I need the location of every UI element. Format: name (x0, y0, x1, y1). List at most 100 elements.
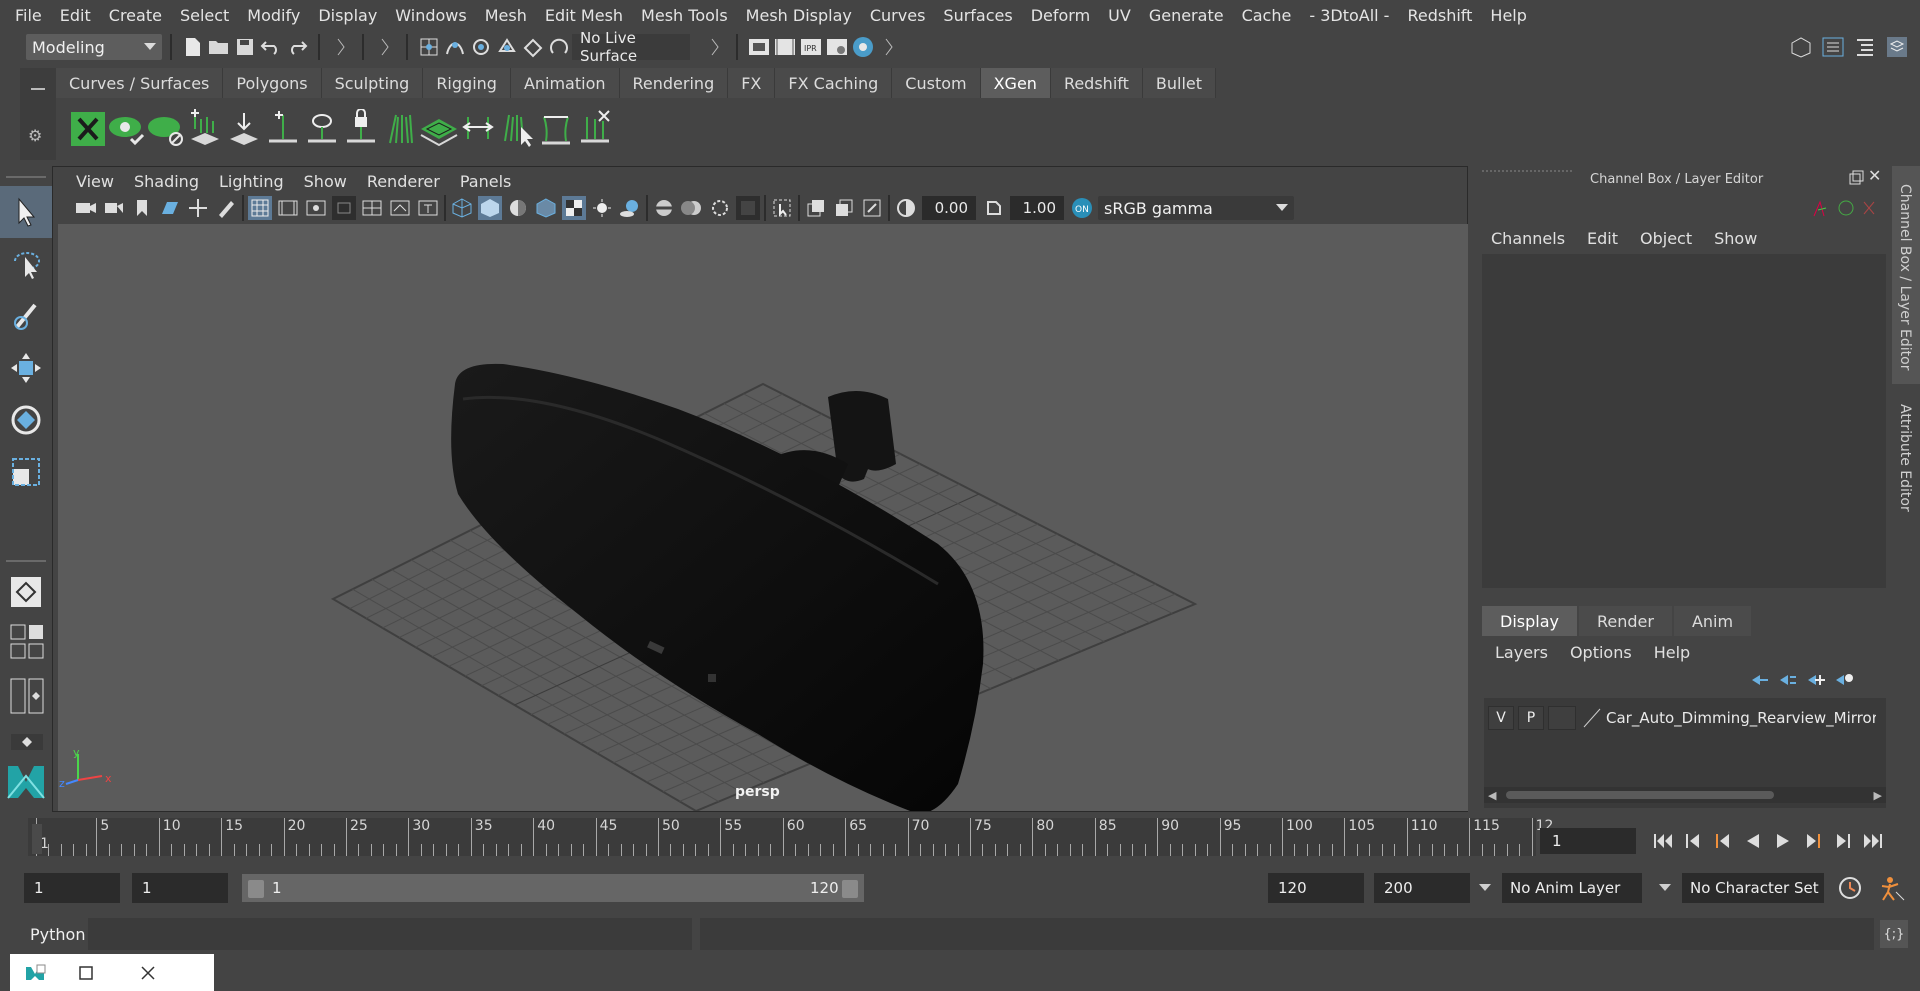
vp-menu-show[interactable]: Show (294, 172, 357, 191)
tab-polygons[interactable]: Polygons (223, 68, 322, 98)
menu-mesh[interactable]: Mesh (476, 6, 536, 25)
resolution-gate-icon[interactable] (304, 196, 328, 220)
shadows-icon[interactable] (618, 196, 642, 220)
cb-menu-channels[interactable]: Channels (1480, 229, 1576, 248)
collapse-arrow-icon[interactable] (372, 34, 398, 60)
range-slider[interactable]: 1 120 (242, 874, 864, 902)
menu-create[interactable]: Create (100, 6, 171, 25)
attribute-editor-toggle-icon[interactable] (1852, 34, 1878, 60)
maya-window-icon[interactable] (24, 961, 48, 985)
add-guides-icon[interactable] (185, 104, 224, 154)
playback-end-field[interactable]: 120 (1268, 873, 1364, 903)
smooth-shade-icon[interactable] (478, 196, 502, 220)
menu-edit-mesh[interactable]: Edit Mesh (536, 6, 632, 25)
motion-blur-icon[interactable] (680, 196, 704, 220)
gate-mask-icon[interactable] (332, 196, 356, 220)
chevron-down-icon[interactable] (1479, 884, 1491, 891)
xray-active-components-icon[interactable] (860, 196, 884, 220)
menu-curves[interactable]: Curves (861, 6, 935, 25)
exposure-field[interactable]: 0.00 (922, 196, 976, 220)
close-icon[interactable]: ✕ (1868, 168, 1884, 184)
groom-brush-icon[interactable] (380, 104, 419, 154)
range-start-handle[interactable] (248, 880, 264, 898)
command-language-label[interactable]: Python (30, 925, 85, 944)
add-guide-icon[interactable] (263, 104, 302, 154)
safe-title-icon[interactable] (416, 196, 440, 220)
current-frame-field[interactable]: 1 (1540, 828, 1636, 854)
outliner-layout-icon[interactable] (10, 678, 44, 714)
single-perspective-layout-icon[interactable] (0, 566, 52, 618)
menu-generate[interactable]: Generate (1140, 6, 1233, 25)
isolate-select-icon[interactable] (770, 196, 794, 220)
tab-display[interactable]: Display (1482, 606, 1577, 636)
xgen-clear-preview-icon[interactable] (146, 104, 185, 154)
display-layer-row[interactable]: V P Car_Auto_Dimming_Rearview_Mirror_ (1488, 704, 1882, 732)
tab-fx[interactable]: FX (728, 68, 776, 98)
anim-layer-dropdown[interactable]: No Anim Layer (1502, 873, 1642, 903)
move-tool[interactable] (0, 342, 52, 394)
tab-sculpting[interactable]: Sculpting (321, 68, 424, 98)
grease-pencil-icon[interactable] (214, 196, 238, 220)
render-view-icon[interactable] (746, 34, 772, 60)
camera-select-icon[interactable] (74, 196, 98, 220)
step-forward-frame-icon[interactable] (1828, 828, 1858, 854)
tab-anim[interactable]: Anim (1673, 606, 1752, 636)
menu-display[interactable]: Display (309, 6, 386, 25)
maximize-icon[interactable] (74, 961, 98, 985)
textured-icon[interactable] (562, 196, 586, 220)
hypershade-icon[interactable] (850, 34, 876, 60)
attribute-editor-side-tab[interactable]: Attribute Editor (1892, 390, 1920, 540)
animation-end-field[interactable]: 200 (1374, 873, 1470, 903)
menu-windows[interactable]: Windows (386, 6, 475, 25)
snap-view-plane-icon[interactable] (494, 34, 520, 60)
tab-curves-surfaces[interactable]: Curves / Surfaces (56, 68, 224, 98)
vp-menu-renderer[interactable]: Renderer (357, 172, 450, 191)
snap-grid-icon[interactable] (416, 34, 442, 60)
perspective-viewport[interactable]: y x z (58, 224, 1468, 811)
guide-visibility-icon[interactable] (302, 104, 341, 154)
tab-fx-caching[interactable]: FX Caching (775, 68, 893, 98)
snap-curve-icon[interactable] (442, 34, 468, 60)
wireframe-on-shaded-icon[interactable] (534, 196, 558, 220)
gear-icon[interactable]: ⚙ (28, 126, 42, 145)
menu-redshift[interactable]: Redshift (1398, 6, 1481, 25)
workspace-icon[interactable] (1788, 34, 1814, 60)
current-time-indicator[interactable] (32, 824, 42, 854)
interactive-groom-icon[interactable] (458, 104, 497, 154)
new-scene-icon[interactable] (180, 34, 206, 60)
animation-start-field[interactable]: 1 (24, 873, 120, 903)
place-guides-icon[interactable] (224, 104, 263, 154)
scroll-right-icon[interactable]: ▶ (1874, 789, 1882, 802)
new-layer-from-selection-icon[interactable] (1832, 668, 1856, 692)
density-brush-icon[interactable] (419, 104, 458, 154)
collapse-arrow-icon[interactable] (328, 34, 354, 60)
step-back-key-icon[interactable] (1708, 828, 1738, 854)
exposure-icon[interactable] (894, 196, 918, 220)
lock-guides-icon[interactable] (341, 104, 380, 154)
menu-edit[interactable]: Edit (51, 6, 100, 25)
step-forward-key-icon[interactable] (1798, 828, 1828, 854)
channel-box-toggle-icon[interactable] (1884, 34, 1910, 60)
field-chart-icon[interactable] (360, 196, 384, 220)
ipr-render-icon[interactable]: IPR (798, 34, 824, 60)
scroll-left-icon[interactable]: ◀ (1488, 789, 1496, 802)
channel-box-body[interactable] (1482, 254, 1886, 588)
menu-select[interactable]: Select (171, 6, 238, 25)
image-plane-icon[interactable] (158, 196, 182, 220)
xgen-editor-icon[interactable] (68, 104, 107, 154)
vp-menu-lighting[interactable]: Lighting (209, 172, 294, 191)
four-view-layout-icon[interactable] (10, 624, 44, 660)
render-settings-icon[interactable] (824, 34, 850, 60)
bookmark-icon[interactable] (130, 196, 154, 220)
depth-of-field-icon[interactable] (736, 196, 760, 220)
gamma-icon[interactable] (982, 196, 1006, 220)
close-icon[interactable] (136, 961, 160, 985)
default-material-icon[interactable] (506, 196, 530, 220)
camera-attributes-icon[interactable] (102, 196, 126, 220)
layer-list-scrollbar[interactable]: ◀ ▶ (1484, 787, 1886, 803)
menu-3dtoall[interactable]: - 3DtoAll - (1300, 6, 1398, 25)
safe-action-icon[interactable] (388, 196, 412, 220)
menu-cache[interactable]: Cache (1233, 6, 1301, 25)
rotate-tool[interactable] (0, 394, 52, 446)
float-panel-icon[interactable] (1848, 170, 1864, 186)
